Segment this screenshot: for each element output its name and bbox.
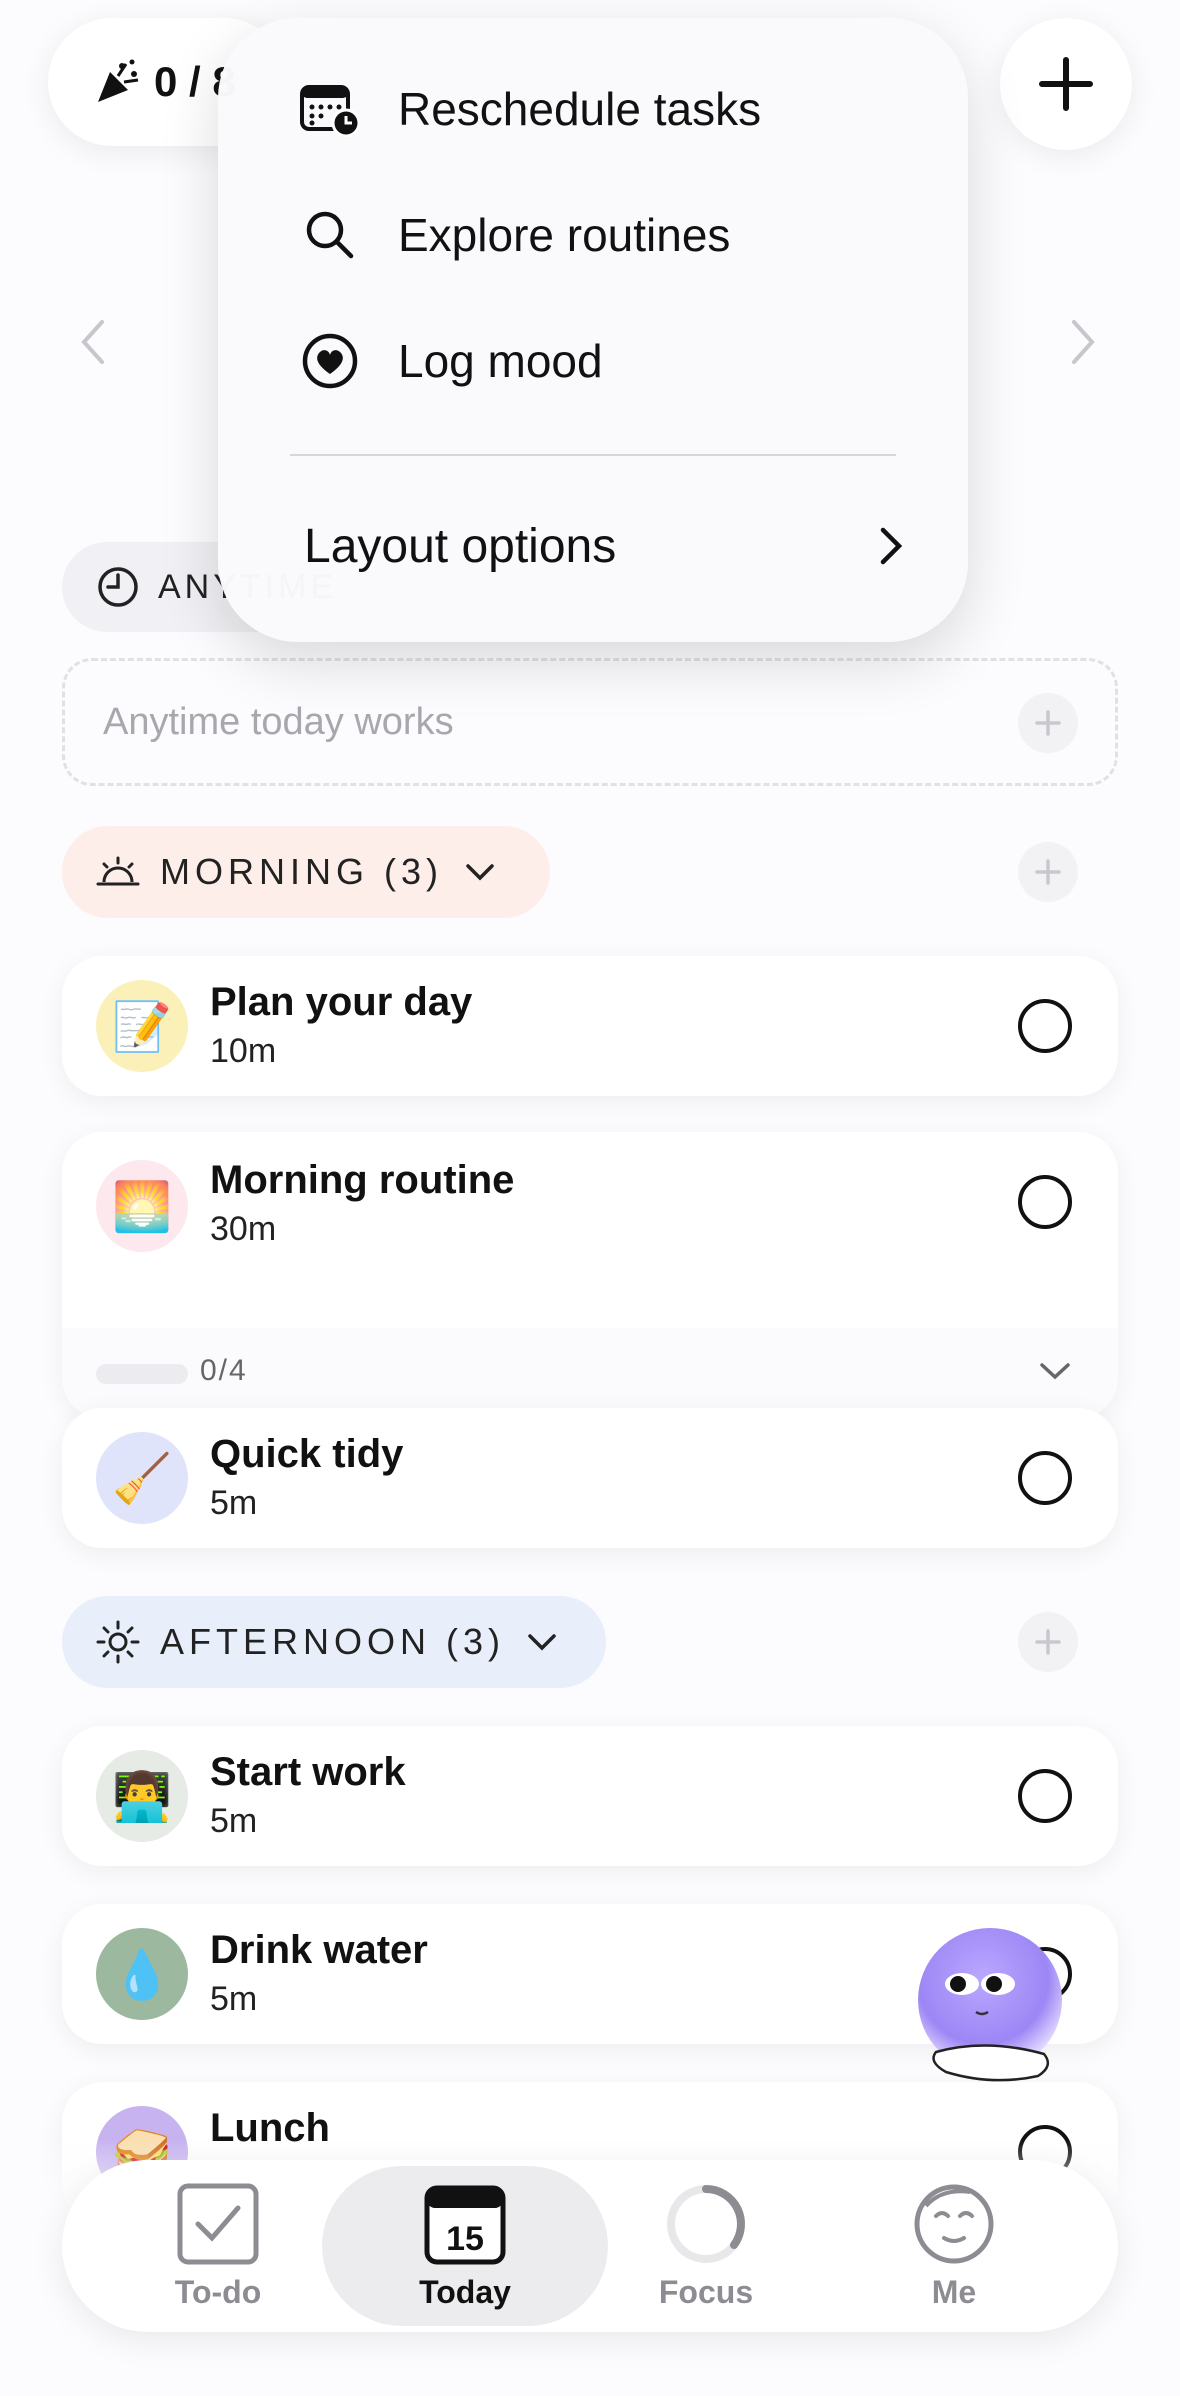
- menu-item-label: Explore routines: [398, 209, 731, 261]
- task-title: Plan your day: [210, 980, 473, 1024]
- nav-label: To-do: [174, 2273, 262, 2310]
- nav-tab-me[interactable]: Me: [830, 2160, 1078, 2332]
- sunrise-picture-icon: 🌅: [96, 1160, 188, 1252]
- options-menu: Reschedule tasks Explore routines Log mo…: [218, 18, 968, 642]
- task-complete-checkbox[interactable]: [1018, 1769, 1072, 1823]
- task-complete-checkbox[interactable]: [1018, 1451, 1072, 1505]
- task-card-start-work[interactable]: 👨‍💻 Start work 5m: [62, 1726, 1118, 1866]
- morning-section-header[interactable]: MORNING (3): [62, 826, 550, 918]
- party-popper-icon: [98, 59, 139, 102]
- add-afternoon-task-button[interactable]: [1018, 1612, 1078, 1672]
- sunrise-icon: [96, 856, 140, 886]
- nav-tab-to-do[interactable]: To-do: [94, 2160, 342, 2332]
- task-title: Morning routine: [210, 1158, 515, 1202]
- chevron-down-icon: [1040, 1363, 1070, 1380]
- svg-text:15: 15: [446, 2220, 484, 2258]
- bottom-navigation: To-do 15 Today Focus Me: [62, 2160, 1118, 2332]
- chevron-down-icon: [528, 1634, 556, 1651]
- task-duration: 10m: [210, 1032, 277, 1070]
- previous-day-button[interactable]: [78, 318, 108, 371]
- subtask-progress-bar: [96, 1364, 188, 1384]
- next-day-button[interactable]: [1068, 318, 1098, 371]
- calendar-icon: 15: [424, 2185, 506, 2264]
- assistant-mascot[interactable]: [906, 1926, 1076, 2096]
- morning-section-label: MORNING (3): [160, 851, 443, 892]
- nav-label: Me: [931, 2273, 977, 2310]
- checkbox-icon: [177, 2183, 259, 2264]
- technologist-icon: 👨‍💻: [96, 1750, 188, 1842]
- memo-icon: 📝: [96, 980, 188, 1072]
- chevron-left-icon: [81, 320, 104, 364]
- menu-item-log-mood[interactable]: Log mood: [298, 316, 603, 406]
- chevron-right-icon: [1072, 320, 1095, 364]
- afternoon-section-label: AFTERNOON (3): [160, 1621, 506, 1662]
- menu-item-explore-routines[interactable]: Explore routines: [298, 190, 730, 280]
- plus-icon: [1039, 57, 1093, 111]
- add-anytime-task-button[interactable]: [1018, 693, 1078, 753]
- nav-label: Focus: [658, 2273, 754, 2310]
- task-card-quick-tidy[interactable]: 🧹 Quick tidy 5m: [62, 1408, 1118, 1548]
- clock-icon: [98, 567, 138, 607]
- anytime-placeholder: Anytime today works: [103, 700, 454, 743]
- nav-tab-today[interactable]: 15 Today: [322, 2166, 608, 2326]
- plus-icon: [1035, 859, 1061, 885]
- face-icon: [914, 2184, 994, 2263]
- sun-icon: [96, 1620, 140, 1664]
- task-complete-checkbox[interactable]: [1018, 999, 1072, 1053]
- focus-ring-icon: [667, 2184, 745, 2263]
- search-icon: [298, 203, 362, 267]
- task-duration: 5m: [210, 1980, 258, 2018]
- subtask-count: 0/4: [200, 1354, 248, 1387]
- menu-divider: [290, 454, 896, 456]
- mascot-blob-icon: [918, 1928, 1062, 2082]
- calendar-clock-icon: [298, 77, 362, 141]
- task-card-plan-your-day[interactable]: 📝 Plan your day 10m: [62, 956, 1118, 1096]
- plus-icon: [1035, 710, 1061, 736]
- nav-label: Today: [419, 2273, 511, 2310]
- menu-item-label: Reschedule tasks: [398, 83, 762, 135]
- add-morning-task-button[interactable]: [1018, 842, 1078, 902]
- nav-tab-focus[interactable]: Focus: [582, 2160, 830, 2332]
- chevron-down-icon: [466, 864, 494, 881]
- plus-icon: [1035, 1629, 1061, 1655]
- task-duration: 30m: [210, 1210, 277, 1248]
- chevron-right-icon: [880, 527, 903, 565]
- droplet-icon: 💧: [96, 1928, 188, 2020]
- task-duration: 5m: [210, 1484, 258, 1522]
- task-card-morning-routine[interactable]: 🌅 Morning routine 30m 0/4: [62, 1132, 1118, 1418]
- broom-icon: 🧹: [96, 1432, 188, 1524]
- heart-circle-icon: [298, 329, 362, 393]
- task-title: Drink water: [210, 1928, 428, 1972]
- task-title: Quick tidy: [210, 1432, 404, 1476]
- add-button[interactable]: [1000, 18, 1132, 150]
- afternoon-section-header[interactable]: AFTERNOON (3): [62, 1596, 606, 1688]
- menu-item-reschedule-tasks[interactable]: Reschedule tasks: [298, 64, 761, 154]
- menu-item-label: Layout options: [304, 519, 617, 573]
- menu-item-layout-options[interactable]: Layout options: [304, 506, 904, 586]
- task-duration: 5m: [210, 1802, 258, 1840]
- task-title: Start work: [210, 1750, 406, 1794]
- task-complete-checkbox[interactable]: [1018, 1175, 1072, 1229]
- subtask-progress-row[interactable]: 0/4: [62, 1328, 1118, 1418]
- anytime-drop-zone[interactable]: Anytime today works: [62, 658, 1118, 786]
- menu-item-label: Log mood: [398, 335, 603, 387]
